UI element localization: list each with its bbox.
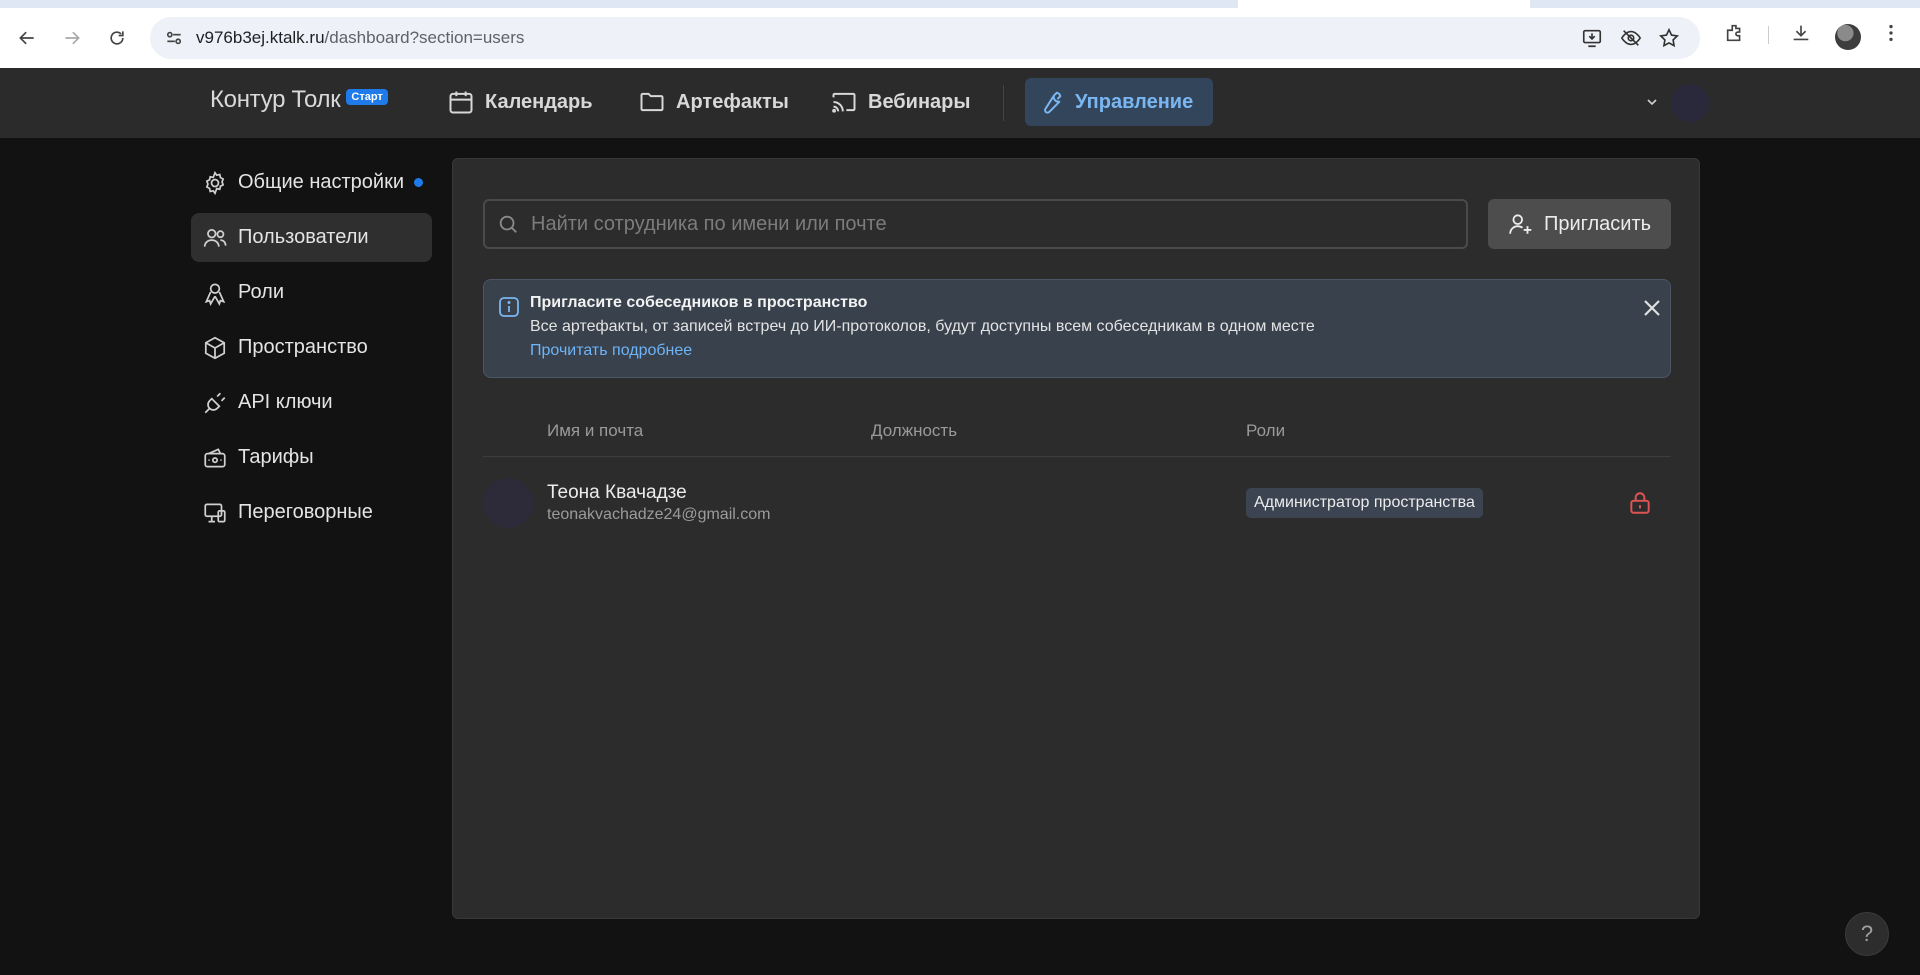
nav-artifacts[interactable]: Артефакты xyxy=(626,78,801,126)
invite-button[interactable]: Пригласить xyxy=(1488,199,1671,249)
site-settings-icon[interactable] xyxy=(164,28,184,48)
sidebar-item-space[interactable]: Пространство xyxy=(191,323,432,372)
arrow-left-icon xyxy=(19,31,34,45)
sidebar-item-general-settings[interactable]: Общие настройки xyxy=(191,158,432,207)
toolbar-divider xyxy=(1768,26,1769,44)
extensions-icon[interactable] xyxy=(1724,22,1746,44)
gear-icon xyxy=(205,170,225,195)
eye-off-icon[interactable] xyxy=(1620,17,1642,59)
cube-icon xyxy=(204,336,226,359)
invite-banner: Пригласите собеседников в пространство В… xyxy=(483,279,1671,378)
sidebar-item-label: Тарифы xyxy=(238,446,314,468)
read-more-link[interactable]: Прочитать подробнее xyxy=(530,342,692,360)
wallet-icon xyxy=(204,447,226,468)
cast-icon xyxy=(832,92,856,113)
sidebar-item-label: API ключи xyxy=(238,391,333,413)
search-icon xyxy=(499,215,517,233)
reload-button[interactable] xyxy=(101,22,133,54)
close-icon xyxy=(1644,300,1660,316)
profile-avatar[interactable] xyxy=(1835,24,1861,50)
users-table-header: Имя и почта Должность Роли xyxy=(483,399,1671,457)
calendar-icon xyxy=(449,91,473,114)
users-panel: Пригласить Пригласите собеседников в про… xyxy=(452,158,1700,919)
url-path: /dashboard?section=users xyxy=(324,28,525,47)
arrow-right-icon xyxy=(65,31,80,45)
address-bar[interactable]: v976b3ej.ktalk.ru/dashboard?section=user… xyxy=(150,17,1700,59)
user-name: Теона Квачадзе xyxy=(547,482,687,503)
logo-text: Контур Толк xyxy=(210,86,341,113)
nav-management[interactable]: Управление xyxy=(1025,78,1213,126)
chevron-down-icon[interactable] xyxy=(1644,94,1660,110)
more-vertical-icon[interactable] xyxy=(1880,22,1902,44)
download-icon[interactable] xyxy=(1790,22,1812,44)
sidebar-item-label: Пространство xyxy=(238,336,368,358)
tab-strip xyxy=(0,0,1238,8)
banner-text: Все артефакты, от записей встреч до ИИ-п… xyxy=(530,318,1315,335)
nav-management-label: Управление xyxy=(1075,90,1194,113)
lock-icon[interactable] xyxy=(1627,490,1653,516)
sidebar-item-tariffs[interactable]: Тарифы xyxy=(191,433,432,482)
tab-strip-right xyxy=(1530,0,1920,8)
plug-icon xyxy=(204,392,226,413)
notification-dot xyxy=(414,178,423,187)
sidebar-item-meeting-rooms[interactable]: Переговорные xyxy=(191,488,432,537)
help-button[interactable]: ? xyxy=(1845,912,1889,956)
avatar xyxy=(483,478,533,528)
nav-artifacts-label: Артефакты xyxy=(676,90,789,113)
search-field[interactable] xyxy=(483,199,1468,249)
url-host: v976b3ej.ktalk.ru xyxy=(196,28,325,47)
user-email: teonakvachadze24@gmail.com xyxy=(547,506,771,523)
plan-badge: Старт xyxy=(346,89,388,105)
folder-icon xyxy=(640,92,664,112)
app-header: Контур Толк Старт Календарь Артефакты Ве… xyxy=(0,68,1920,138)
table-row[interactable]: Теона Квачадзе teonakvachadze24@gmail.co… xyxy=(483,458,1671,548)
users-icon xyxy=(203,228,227,247)
reload-icon xyxy=(110,31,124,45)
sidebar-item-label: Пользователи xyxy=(238,226,369,248)
user-avatar[interactable] xyxy=(1671,84,1709,122)
nav-divider xyxy=(1003,85,1004,121)
nav-calendar[interactable]: Календарь xyxy=(435,78,605,126)
sidebar-item-label: Общие настройки xyxy=(238,171,404,193)
forward-button[interactable] xyxy=(56,22,88,54)
search-input[interactable] xyxy=(531,212,1431,236)
wrench-icon xyxy=(1044,91,1062,114)
sidebar-item-users[interactable]: Пользователи xyxy=(191,213,432,262)
banner-title: Пригласите собеседников в пространство xyxy=(530,294,868,311)
url-text[interactable]: v976b3ej.ktalk.ru/dashboard?section=user… xyxy=(196,28,524,48)
role-badge: Администратор пространства xyxy=(1246,488,1483,518)
browser-toolbar: v976b3ej.ktalk.ru/dashboard?section=user… xyxy=(0,0,1920,68)
devices-icon xyxy=(204,502,226,523)
sidebar-item-api-keys[interactable]: API ключи xyxy=(191,378,432,427)
roles-icon xyxy=(204,282,226,306)
column-roles[interactable]: Роли xyxy=(1246,421,1285,441)
column-name-email[interactable]: Имя и почта xyxy=(547,421,643,441)
nav-calendar-label: Календарь xyxy=(485,90,593,113)
info-icon xyxy=(499,297,519,317)
invite-button-label: Пригласить xyxy=(1543,212,1652,235)
column-position[interactable]: Должность xyxy=(871,421,957,441)
star-icon[interactable] xyxy=(1658,17,1680,59)
sidebar-item-roles[interactable]: Роли xyxy=(191,268,432,317)
nav-webinars[interactable]: Вебинары xyxy=(818,78,982,126)
add-user-icon xyxy=(1509,214,1532,234)
sidebar-item-label: Роли xyxy=(238,281,284,303)
banner-close-button[interactable] xyxy=(1638,294,1666,322)
nav-webinars-label: Вебинары xyxy=(868,90,971,113)
back-button[interactable] xyxy=(11,22,43,54)
install-app-icon[interactable] xyxy=(1581,17,1603,59)
logo[interactable]: Контур Толк Старт xyxy=(210,86,388,114)
sidebar-item-label: Переговорные xyxy=(238,501,373,523)
